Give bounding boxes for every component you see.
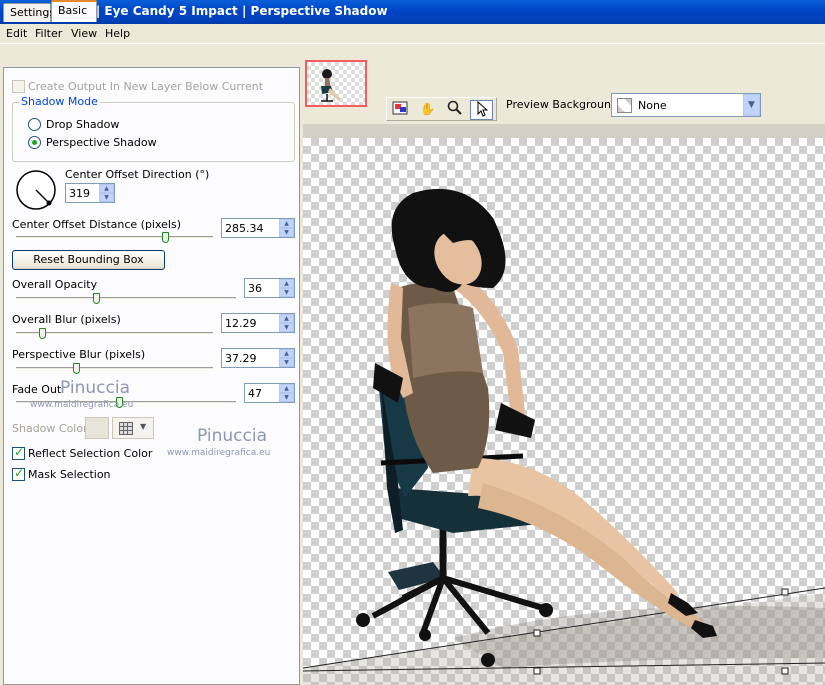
- overall-opacity-spinner[interactable]: 36 ▲ ▼: [244, 278, 295, 298]
- spin-down-arrow-icon[interactable]: ▼: [279, 288, 294, 297]
- watermark-name: Pinuccia: [60, 378, 130, 398]
- shadow-color-label: Shadow Color: [12, 422, 88, 435]
- spinner-value: 37.29: [225, 352, 257, 365]
- tab-basic[interactable]: Basic: [51, 0, 97, 22]
- slider-thumb[interactable]: [93, 293, 100, 304]
- create-output-label: Create Output In New Layer Below Current: [28, 80, 264, 93]
- drop-shadow-label: Drop Shadow: [46, 118, 120, 131]
- watermark-url: www.maidiregrafica.eu: [167, 448, 271, 458]
- spin-down-arrow-icon[interactable]: ▼: [279, 358, 294, 367]
- fade-out-label: Fade Out: [12, 383, 62, 396]
- radio-selected-dot: [32, 140, 37, 145]
- menu-bar: Edit Filter View Help: [0, 24, 825, 44]
- create-output-checkbox[interactable]: [12, 80, 25, 93]
- preview-image: [303, 188, 825, 685]
- thumbnail-figure-icon: [321, 69, 341, 102]
- shadow-color-swatch[interactable]: [85, 417, 109, 439]
- reflect-selection-color-label: Reflect Selection Color: [28, 447, 153, 460]
- reset-bounding-box-button[interactable]: Reset Bounding Box: [12, 250, 165, 270]
- spin-up-arrow-icon[interactable]: ▲: [279, 349, 294, 358]
- navigator-icon[interactable]: [389, 100, 412, 120]
- slider-track: [16, 367, 213, 370]
- spin-down-arrow-icon[interactable]: ▼: [99, 193, 114, 202]
- shadow-mode-legend: Shadow Mode: [19, 95, 100, 108]
- perspective-blur-slider[interactable]: [16, 363, 213, 375]
- preview-background-select[interactable]: None ▼: [611, 93, 761, 117]
- menu-edit[interactable]: Edit: [6, 27, 27, 40]
- center-offset-distance-spinner[interactable]: 285.34 ▲ ▼: [221, 218, 295, 238]
- spin-up-arrow-icon[interactable]: ▲: [279, 384, 294, 393]
- grid-icon: [119, 422, 133, 435]
- zoom-icon[interactable]: [443, 100, 466, 120]
- menu-view[interactable]: View: [71, 27, 97, 40]
- hand-icon[interactable]: ✋: [416, 100, 439, 120]
- chevron-down-icon[interactable]: ▼: [743, 94, 760, 116]
- chevron-down-icon: ▼: [140, 422, 147, 431]
- preview-tools: ✋: [386, 97, 497, 121]
- slider-thumb[interactable]: [162, 232, 169, 243]
- settings-panel: Create Output In New Layer Below Current…: [3, 67, 300, 685]
- slider-track: [16, 297, 236, 300]
- mask-selection-label: Mask Selection: [28, 468, 111, 481]
- watermark-name: Pinuccia: [197, 426, 267, 446]
- perspective-blur-label: Perspective Blur (pixels): [12, 348, 146, 361]
- slider-track: [16, 236, 213, 239]
- preview-thumbnail[interactable]: [305, 60, 367, 107]
- mask-selection-checkbox[interactable]: ✓: [12, 466, 25, 481]
- overall-opacity-label: Overall Opacity: [12, 278, 98, 291]
- perspective-shadow-radio[interactable]: [28, 136, 41, 149]
- center-offset-direction-label: Center Offset Direction (°): [65, 168, 210, 181]
- preview-background-value: None: [638, 99, 667, 112]
- preview-canvas[interactable]: [303, 138, 825, 685]
- spin-up-arrow-icon[interactable]: ▲: [279, 279, 294, 288]
- spinner-value: 47: [248, 387, 262, 400]
- center-offset-distance-label: Center Offset Distance (pixels): [12, 218, 182, 231]
- menu-help[interactable]: Help: [105, 27, 130, 40]
- overall-blur-spinner[interactable]: 12.29 ▲ ▼: [221, 313, 295, 333]
- checkmark-icon: ✓: [14, 466, 25, 480]
- spin-down-arrow-icon[interactable]: ▼: [279, 228, 294, 237]
- checkmark-icon: ✓: [14, 445, 25, 459]
- fade-out-spinner[interactable]: 47 ▲ ▼: [244, 383, 295, 403]
- spinner-value: 319: [69, 187, 90, 200]
- transparent-swatch-icon: [617, 98, 632, 113]
- spinner-value: 285.34: [225, 222, 264, 235]
- slider-thumb[interactable]: [39, 328, 46, 339]
- perspective-shadow-label: Perspective Shadow: [46, 136, 157, 149]
- center-offset-direction-spinner[interactable]: 319 ▲ ▼: [65, 183, 115, 203]
- direction-dial[interactable]: [15, 169, 57, 211]
- spin-down-arrow-icon[interactable]: ▼: [279, 323, 294, 332]
- menu-filter[interactable]: Filter: [35, 27, 62, 40]
- title-bar: Alien Skin | Eye Candy 5 Impact | Perspe…: [0, 0, 825, 24]
- center-offset-distance-slider[interactable]: [16, 232, 213, 244]
- shadow-mode-group: Shadow Mode Drop Shadow Perspective Shad…: [12, 95, 295, 162]
- spin-up-arrow-icon[interactable]: ▲: [279, 219, 294, 228]
- preview-background-label: Preview Background:: [506, 98, 622, 111]
- overall-blur-label: Overall Blur (pixels): [12, 313, 121, 326]
- perspective-blur-spinner[interactable]: 37.29 ▲ ▼: [221, 348, 295, 368]
- spin-up-arrow-icon[interactable]: ▲: [279, 314, 294, 323]
- spinner-value: 36: [248, 282, 262, 295]
- tab-settings[interactable]: Settings: [3, 3, 55, 22]
- spinner-value: 12.29: [225, 317, 257, 330]
- reflect-selection-color-checkbox[interactable]: ✓: [12, 445, 25, 460]
- spin-down-arrow-icon[interactable]: ▼: [279, 393, 294, 402]
- spin-up-arrow-icon[interactable]: ▲: [99, 184, 114, 193]
- color-palette-dropdown[interactable]: ▼: [112, 417, 154, 439]
- pointer-icon[interactable]: [470, 100, 493, 120]
- watermark-url: www.maidiregrafica.eu: [30, 400, 134, 410]
- overall-opacity-slider[interactable]: [16, 293, 236, 305]
- preview-divider: [303, 124, 825, 138]
- overall-blur-slider[interactable]: [16, 328, 213, 340]
- drop-shadow-radio[interactable]: [28, 118, 41, 131]
- slider-thumb[interactable]: [73, 363, 80, 374]
